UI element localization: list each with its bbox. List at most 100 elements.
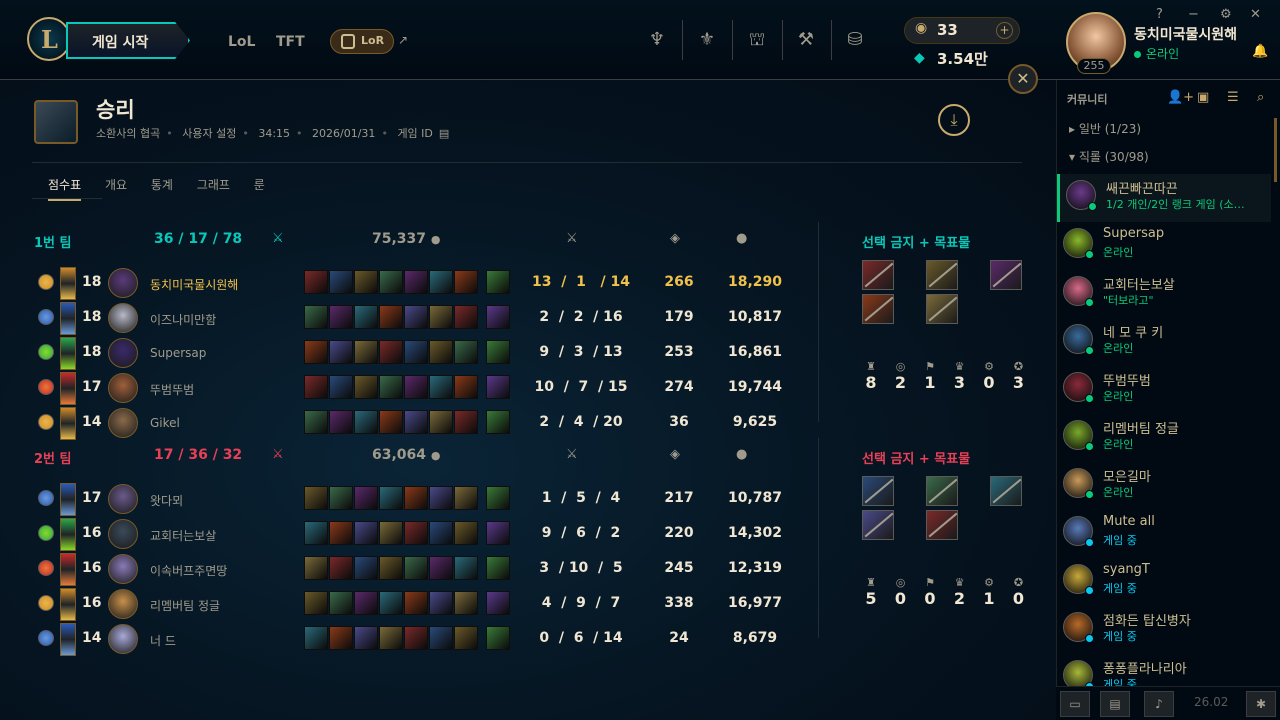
social-scrollbar[interactable] [1274, 118, 1277, 182]
copy-icon[interactable]: ▤ [439, 127, 449, 140]
item-icon[interactable] [304, 591, 328, 615]
item-icon[interactable] [404, 410, 428, 434]
trinket-icon[interactable] [486, 375, 510, 399]
item-icon[interactable] [429, 521, 453, 545]
tft-pass-icon[interactable]: ⚜ [695, 28, 719, 52]
friend-item[interactable]: syangT 게임 중 [1057, 558, 1271, 606]
item-icon[interactable] [454, 591, 478, 615]
player-row[interactable]: 18 이즈나미만함 2 / 2 / 16 179 10,817 [0, 301, 800, 336]
item-icon[interactable] [379, 591, 403, 615]
trinket-icon[interactable] [486, 521, 510, 545]
item-icon[interactable] [304, 486, 328, 510]
play-button[interactable]: 게임 시작 [66, 22, 190, 59]
item-icon[interactable] [354, 556, 378, 580]
player-row[interactable]: 18 Supersap 9 / 3 / 13 253 16,861 [0, 336, 800, 371]
chat-icon[interactable]: ▭ [1060, 691, 1090, 717]
list-view-icon[interactable]: ☰ [1227, 90, 1239, 105]
item-icon[interactable] [379, 410, 403, 434]
item-icon[interactable] [304, 521, 328, 545]
trinket-icon[interactable] [486, 410, 510, 434]
loot-icon[interactable]: ⚒ [794, 28, 818, 52]
add-friend-icon[interactable]: 👤+ [1167, 90, 1194, 105]
item-icon[interactable] [329, 305, 353, 329]
champion-portrait[interactable] [108, 408, 138, 438]
item-icon[interactable] [379, 626, 403, 650]
friend-item[interactable]: 쌔끈빠끈따끈 1/2 개인/2인 랭크 게임 (소… [1057, 174, 1271, 222]
item-icon[interactable] [329, 270, 353, 294]
item-icon[interactable] [454, 556, 478, 580]
item-icon[interactable] [429, 626, 453, 650]
friend-item[interactable]: Mute all 게임 중 [1057, 510, 1271, 558]
close-window-icon[interactable]: ✕ [1250, 7, 1261, 22]
champion-portrait[interactable] [108, 519, 138, 549]
item-icon[interactable] [329, 626, 353, 650]
store-icon[interactable]: ⛁ [843, 28, 867, 52]
help-icon[interactable]: ? [1156, 7, 1163, 22]
item-icon[interactable] [404, 626, 428, 650]
item-icon[interactable] [304, 375, 328, 399]
player-name[interactable]: 왓다뫼 [150, 492, 183, 509]
item-icon[interactable] [304, 270, 328, 294]
trinket-icon[interactable] [486, 305, 510, 329]
item-icon[interactable] [404, 486, 428, 510]
item-icon[interactable] [429, 486, 453, 510]
item-icon[interactable] [379, 305, 403, 329]
notification-bell-icon[interactable]: 🔔 [1252, 44, 1268, 59]
settings-gear-icon[interactable]: ⚙ [1220, 7, 1232, 22]
missions-icon[interactable]: ▤ [1100, 691, 1130, 717]
item-icon[interactable] [429, 340, 453, 364]
player-name[interactable]: Gikel [150, 416, 180, 430]
item-icon[interactable] [429, 305, 453, 329]
item-icon[interactable] [329, 340, 353, 364]
nav-tft[interactable]: TFT [276, 34, 305, 50]
item-icon[interactable] [379, 375, 403, 399]
item-icon[interactable] [404, 375, 428, 399]
item-icon[interactable] [454, 305, 478, 329]
report-bug-icon[interactable]: ✱ [1246, 691, 1276, 717]
item-icon[interactable] [404, 305, 428, 329]
item-icon[interactable] [354, 591, 378, 615]
player-name[interactable]: 리멤버팀 정글 [150, 597, 220, 614]
item-icon[interactable] [404, 340, 428, 364]
item-icon[interactable] [379, 521, 403, 545]
item-icon[interactable] [404, 556, 428, 580]
player-row[interactable]: 16 리멤버팀 정글 4 / 9 / 7 338 16,977 [0, 587, 800, 622]
item-icon[interactable] [329, 375, 353, 399]
item-icon[interactable] [454, 375, 478, 399]
rp-balance[interactable]: ◉ 33 + [904, 17, 1020, 44]
item-icon[interactable] [379, 270, 403, 294]
league-logo[interactable]: L [27, 17, 71, 61]
lor-button[interactable]: LoR [330, 29, 394, 54]
tab-runes[interactable]: 룬 [254, 176, 265, 199]
trinket-icon[interactable] [486, 591, 510, 615]
item-icon[interactable] [304, 305, 328, 329]
item-icon[interactable] [354, 340, 378, 364]
trinket-icon[interactable] [486, 556, 510, 580]
player-row[interactable]: 14 Gikel 2 / 4 / 20 36 9,625 [0, 406, 800, 441]
item-icon[interactable] [404, 591, 428, 615]
friend-item[interactable]: 리멤버팀 정글 온라인 [1057, 414, 1271, 462]
item-icon[interactable] [329, 521, 353, 545]
collection-icon[interactable]: ⛫ [745, 28, 769, 52]
tab-graph[interactable]: 그래프 [197, 176, 230, 199]
player-row[interactable]: 14 너 드 0 / 6 / 14 24 8,679 [0, 622, 800, 657]
player-name[interactable]: 너 드 [150, 632, 176, 649]
close-match-button[interactable]: ✕ [1008, 64, 1038, 94]
item-icon[interactable] [454, 410, 478, 434]
champion-portrait[interactable] [108, 589, 138, 619]
item-icon[interactable] [329, 486, 353, 510]
friend-item[interactable]: Supersap 온라인 [1057, 222, 1271, 270]
item-icon[interactable] [429, 410, 453, 434]
player-name[interactable]: 이즈나미만함 [150, 311, 216, 328]
item-icon[interactable] [379, 556, 403, 580]
item-icon[interactable] [354, 305, 378, 329]
friend-item[interactable]: 점화든 탑신병자 게임 중 [1057, 606, 1271, 654]
friend-item[interactable]: 교회터는보살 "터보라고" [1057, 270, 1271, 318]
item-icon[interactable] [404, 270, 428, 294]
champion-portrait[interactable] [108, 373, 138, 403]
player-name[interactable]: Supersap [150, 346, 206, 360]
item-icon[interactable] [354, 270, 378, 294]
player-name[interactable]: 교회터는보살 [150, 527, 216, 544]
champion-portrait[interactable] [108, 484, 138, 514]
group-friends[interactable]: ▾ 직롤 (30/98) [1069, 148, 1149, 165]
